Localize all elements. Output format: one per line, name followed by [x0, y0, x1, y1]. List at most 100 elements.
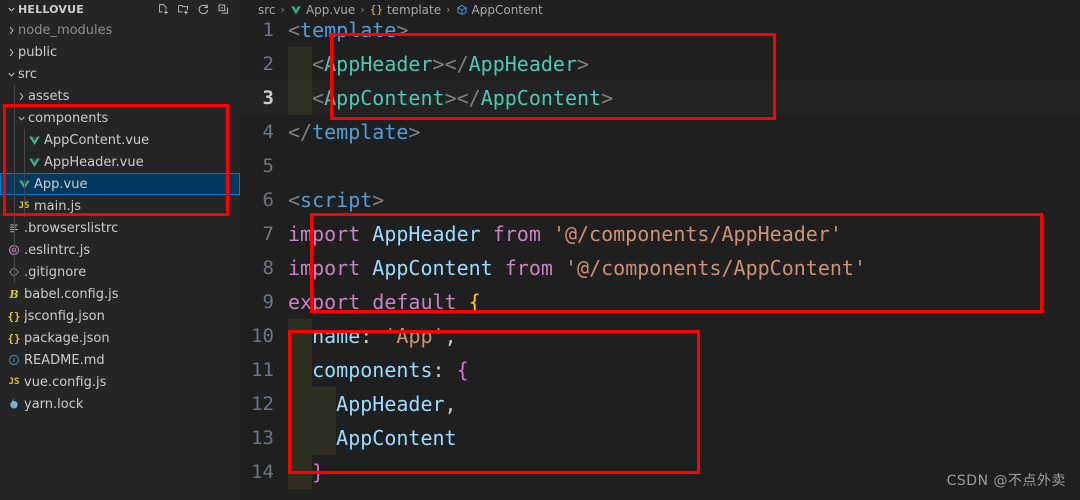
tree-folder-row[interactable]: assets: [0, 85, 240, 107]
code-line[interactable]: 3 <AppContent></AppContent>: [240, 81, 1080, 115]
tree-file-row[interactable]: JSmain.js: [0, 195, 240, 217]
code-line-content: <AppHeader></AppHeader>: [288, 47, 1080, 81]
code-line-content: <AppContent></AppContent>: [288, 81, 1080, 115]
code-tokens: components: {: [312, 358, 469, 382]
code-tokens: name: 'App',: [312, 324, 457, 348]
explorer-sidebar: HELLOVUE node_modules public src assets …: [0, 0, 240, 500]
tree-item-label: node_modules: [18, 22, 113, 38]
explorer-section-header[interactable]: HELLOVUE: [0, 0, 240, 19]
vscode-window: HELLOVUE node_modules public src assets …: [0, 0, 1080, 500]
chevron-down-icon[interactable]: [14, 113, 28, 124]
tree-item-label: yarn.lock: [24, 396, 84, 412]
new-file-icon[interactable]: [157, 3, 170, 16]
tree-folder-row[interactable]: components: [0, 107, 240, 129]
tree-file-row[interactable]: Bbabel.config.js: [0, 283, 240, 305]
code-editor[interactable]: 1 <template> 2 <AppHeader></AppHeader> 3 <A…: [240, 18, 1080, 500]
code-line-content: components: {: [288, 353, 1080, 387]
code-line-content: AppContent: [288, 421, 1080, 455]
code-line-content: import AppHeader from '@/components/AppH…: [288, 217, 1080, 251]
tree-item-label: babel.config.js: [24, 286, 119, 302]
tree-item-label: public: [18, 44, 58, 60]
indent-guide: [14, 85, 15, 283]
code-tokens: AppContent: [336, 426, 457, 450]
tree-item-label: .eslintrc.js: [24, 242, 91, 258]
tree-item-label: assets: [28, 88, 70, 104]
tree-item-label: jsconfig.json: [24, 308, 105, 324]
babel-file-icon: B: [9, 287, 19, 301]
chevron-right-icon[interactable]: [14, 91, 28, 102]
tree-item-label: src: [18, 66, 37, 82]
code-tokens: <template>: [288, 18, 409, 42]
tree-item-label: .browserslistrc: [24, 220, 119, 236]
line-number: 12: [251, 393, 274, 415]
line-number: 7: [262, 223, 274, 245]
tree-item-label: AppContent.vue: [44, 132, 150, 148]
code-line-content: [288, 149, 1080, 183]
tree-file-row[interactable]: {} package.json: [0, 327, 240, 349]
tree-item-label: main.js: [34, 198, 81, 214]
code-tokens: export default {: [288, 290, 481, 314]
code-line[interactable]: 4 </template>: [240, 115, 1080, 149]
code-tokens: <script>: [288, 188, 385, 212]
new-folder-icon[interactable]: [177, 3, 190, 16]
code-line-content: </template>: [288, 115, 1080, 149]
code-tokens: import AppContent from '@/components/App…: [288, 256, 867, 280]
code-line-content: <script>: [288, 183, 1080, 217]
json-file-icon: {}: [7, 331, 21, 345]
tree-file-row[interactable]: AppContent.vue: [0, 129, 240, 151]
collapse-all-icon[interactable]: [217, 3, 230, 16]
tree-folder-row[interactable]: src: [0, 63, 240, 85]
code-line[interactable]: 10 name: 'App',: [240, 319, 1080, 353]
tree-file-row[interactable]: JS vue.config.js: [0, 371, 240, 393]
tree-file-row[interactable]: .browserslistrc: [0, 217, 240, 239]
chevron-right-icon[interactable]: [4, 25, 18, 36]
yarn-file-icon: [4, 398, 24, 410]
tree-item-label: README.md: [24, 352, 105, 368]
code-line-content: import AppContent from '@/components/App…: [288, 251, 1080, 285]
tree-file-row[interactable]: .gitignore: [0, 261, 240, 283]
code-tokens: </template>: [288, 120, 421, 144]
explorer-actions: [157, 3, 234, 16]
tree-item-label: vue.config.js: [24, 374, 107, 390]
editor-pane: src › App.vue ›{} template › AppContent 1 <temp…: [240, 0, 1080, 500]
tree-item-label: .gitignore: [24, 264, 87, 280]
tree-item-label: package.json: [24, 330, 110, 346]
code-line-content: export default {: [288, 285, 1080, 319]
code-line[interactable]: 8 import AppContent from '@/components/Ap…: [240, 251, 1080, 285]
code-tokens: <AppContent></AppContent>: [312, 86, 614, 110]
code-tokens: import AppHeader from '@/components/AppH…: [288, 222, 842, 246]
code-line[interactable]: 11 components: {: [240, 353, 1080, 387]
tree-folder-row[interactable]: public: [0, 41, 240, 63]
code-line[interactable]: 7 import AppHeader from '@/components/App…: [240, 217, 1080, 251]
tree-item-label: AppHeader.vue: [44, 154, 144, 170]
code-line[interactable]: 13 AppContent: [240, 421, 1080, 455]
code-line[interactable]: 5: [240, 149, 1080, 183]
line-number: 2: [262, 53, 274, 75]
line-number: 9: [262, 291, 274, 313]
tree-file-row[interactable]: .eslintrc.js: [0, 239, 240, 261]
code-line[interactable]: 2 <AppHeader></AppHeader>: [240, 47, 1080, 81]
tree-folder-row[interactable]: node_modules: [0, 19, 240, 41]
line-number: 3: [262, 87, 274, 109]
js-file-icon: JS: [8, 377, 20, 387]
code-line-content: <template>: [288, 13, 1080, 47]
refresh-icon[interactable]: [197, 3, 210, 16]
chevron-down-icon[interactable]: [4, 69, 18, 80]
tree-file-row[interactable]: yarn.lock: [0, 393, 240, 415]
chevron-right-icon[interactable]: [4, 47, 18, 58]
tree-file-row[interactable]: App.vue: [0, 173, 240, 195]
code-line[interactable]: 1 <template>: [240, 13, 1080, 47]
indent-guide: [24, 129, 25, 217]
tree-file-row[interactable]: AppHeader.vue: [0, 151, 240, 173]
code-line[interactable]: 6 <script>: [240, 183, 1080, 217]
vue-file-icon: [24, 156, 44, 169]
project-name: HELLOVUE: [18, 3, 84, 16]
code-line[interactable]: 12 AppHeader,: [240, 387, 1080, 421]
tree-file-row[interactable]: {} jsconfig.json: [0, 305, 240, 327]
tree-file-row[interactable]: README.md: [0, 349, 240, 371]
file-tree[interactable]: node_modulespublic src assets components App…: [0, 19, 240, 415]
line-number: 8: [262, 257, 274, 279]
json-file-icon: {}: [7, 309, 21, 323]
chevron-down-icon[interactable]: [4, 4, 18, 15]
code-line[interactable]: 9 export default {: [240, 285, 1080, 319]
